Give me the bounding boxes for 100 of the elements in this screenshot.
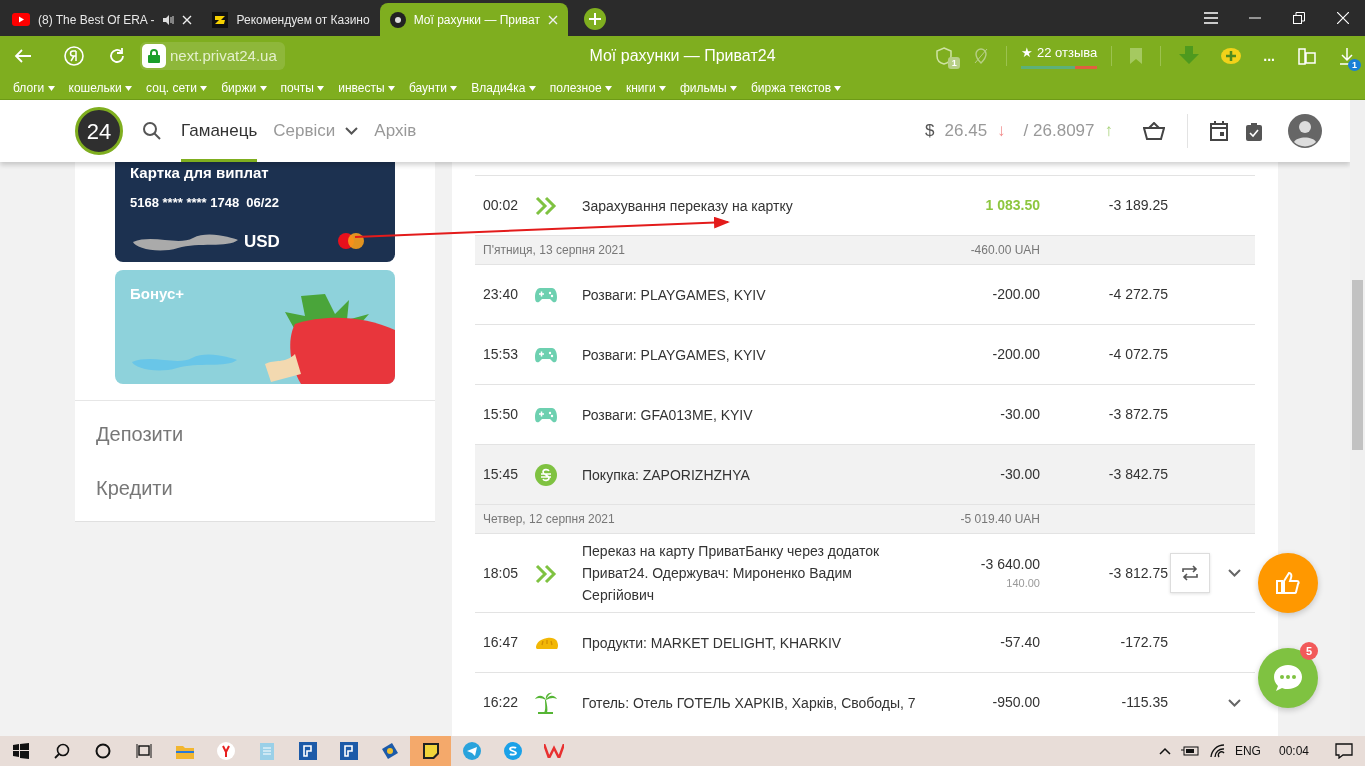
currency-sign: $ [925, 120, 935, 143]
browser-tab[interactable]: Мої рахунки — Приват [379, 3, 568, 36]
logo[interactable]: 24 [75, 107, 123, 155]
transaction-balance: -115.35 [1120, 693, 1168, 712]
dropdown-icon [200, 85, 208, 91]
bonus-card[interactable]: Бонус+ [115, 270, 395, 384]
menu-item[interactable]: Депозити [75, 407, 205, 461]
bookmark-folder[interactable]: фильмы [672, 78, 744, 97]
transaction-time: 23:40 [482, 285, 520, 304]
language-indicator[interactable]: ENG [1234, 742, 1261, 760]
browser-tab[interactable]: Рекомендуем от Казино [202, 3, 380, 36]
transaction-balance: -3 812.75 [1107, 563, 1168, 583]
transaction-row[interactable]: 23:40 Розваги: PLAYGAMES, KYIV -200.00 -4 272.75 [475, 264, 1255, 324]
bookmark-folder[interactable]: соц. сети [139, 78, 215, 97]
palm-tree-icon [535, 691, 557, 714]
transaction-balance: -3 842.75 [1107, 465, 1168, 484]
more-button[interactable]: ... [1259, 41, 1279, 71]
new-tab-button[interactable] [583, 8, 606, 30]
transaction-row[interactable]: 15:45 Покупка: ZAPORIZHZHYA -30.00 -3 842.75 [475, 444, 1255, 504]
bookmark-folder[interactable]: баунти [401, 78, 465, 97]
taskbar-app[interactable] [410, 736, 451, 766]
bookmark-folder[interactable]: биржи [214, 78, 274, 97]
repeat-button[interactable] [1170, 553, 1210, 593]
address-bar[interactable]: next.privat24.ua [140, 42, 285, 70]
folder-icon [175, 743, 194, 759]
clock[interactable]: 00:04 [1278, 742, 1309, 760]
dropdown-icon [730, 85, 737, 91]
transaction-amount: -200.00 [992, 285, 1040, 304]
lock-icon [148, 49, 160, 63]
dropdown-icon [47, 85, 55, 91]
transaction-time: 15:45 [482, 465, 520, 484]
gamepad-icon [535, 287, 557, 304]
bookmark-icon [1130, 48, 1143, 64]
close-icon [1337, 12, 1349, 24]
transaction-description: Покупка: ZAPORIZHZHYA [582, 465, 751, 485]
minimize-icon [1249, 17, 1261, 19]
transaction-balance: -4 272.75 [1107, 285, 1168, 304]
dropdown-icon [658, 85, 666, 91]
plus-icon [588, 13, 601, 25]
browser-tab[interactable]: (8) The Best Of ERA - [2, 3, 203, 36]
search-icon [143, 122, 161, 140]
site-logo-icon [389, 11, 406, 28]
transaction-row[interactable]: 18:05 Переказ на карту ПриватБанку через додаток Приват24. Одержувач: Мироненко Вадим Сергійович -3 640.00 140.00 -3 812.75 [475, 533, 1255, 612]
transaction-amount: -57.40 [1000, 633, 1040, 652]
transaction-row[interactable]: 15:53 Розваги: PLAYGAMES, KYIV -200.00 -4 072.75 [475, 324, 1255, 384]
sticky-note-icon [422, 743, 439, 759]
date-heading: П'ятниця, 13 серпня 2021 [482, 242, 626, 259]
protection-button[interactable]: 1 [932, 43, 957, 69]
down-arrow: ↓ [997, 120, 1006, 143]
notepad-icon [259, 742, 274, 760]
bookmark-folder[interactable]: кошельки [61, 78, 140, 97]
video-logo-icon [12, 13, 30, 26]
menu-icon [1204, 12, 1218, 24]
transaction-amount: -30.00 [1000, 465, 1040, 484]
transaction-balance: -4 072.75 [1107, 345, 1168, 364]
windows-logo-icon [12, 743, 29, 759]
reload-icon [108, 47, 126, 65]
transaction-row[interactable]: 16:22 Готель: Отель ГОТЕЛЬ ХАРКІВ, Харків, Свободы, 7 -950.00 -115.35 [475, 672, 1255, 732]
shield-icon [936, 47, 953, 65]
search-icon [53, 743, 70, 759]
bookmark-folder[interactable]: биржа текстов [744, 78, 849, 97]
wifi-icon [1208, 744, 1225, 758]
bookmark-folder[interactable]: инвесты [331, 78, 402, 97]
bookmark-folder[interactable]: книги [618, 78, 673, 97]
location-pin-icon [974, 48, 989, 64]
chevron-down-icon [1228, 569, 1241, 577]
transaction-time: 15:50 [482, 405, 520, 424]
transaction-description: Зарахування переказу на картку [582, 196, 794, 216]
dropdown-icon [387, 85, 395, 91]
double-chevron-icon [535, 563, 557, 584]
basket-icon [1143, 122, 1165, 140]
day-total: -460.00 UAH [969, 242, 1040, 259]
app-logo-icon [543, 744, 564, 758]
reviews-button[interactable]: ★ 22 отзыва [1021, 43, 1098, 69]
transaction-time: 16:22 [482, 693, 520, 712]
downloads-button[interactable]: 1 [1335, 43, 1359, 69]
chevron-up-icon [1158, 747, 1171, 755]
plus-circle-icon [1221, 47, 1242, 65]
bookmark-folder[interactable]: почты [273, 78, 332, 97]
sell-rate: / 26.8097 [1023, 120, 1095, 143]
bookmark-folder[interactable]: полезное [542, 78, 619, 97]
transaction-row[interactable]: 16:47 Продукти: MARKET DELIGHT, KHARKIV -57.40 -172.75 [475, 612, 1255, 672]
gamepad-icon [535, 347, 557, 364]
bookmark-folder[interactable]: Влади4ка [464, 78, 543, 97]
dropdown-icon [125, 85, 133, 91]
bookmark-folder[interactable]: блоги [6, 78, 62, 97]
transaction-time: 18:05 [482, 563, 520, 583]
transaction-description: Продукти: MARKET DELIGHT, KHARKIV [582, 633, 843, 653]
app-logo-icon [298, 742, 317, 760]
task-view-icon [135, 743, 152, 759]
card-balance: USD [244, 230, 280, 253]
nav-tab[interactable]: Архів [374, 100, 417, 163]
menu-item[interactable]: Кредити [75, 461, 194, 515]
bank-card[interactable]: Картка для виплат 5168 **** **** 1748 06/22 USD [115, 162, 395, 262]
dropdown-icon [834, 85, 842, 91]
feedback-button[interactable] [1258, 553, 1318, 613]
nav-tab[interactable]: Сервіси [273, 100, 359, 163]
notification-icon [1335, 743, 1353, 759]
thumbs-up-icon [1275, 571, 1301, 595]
transaction-balance: -172.75 [1119, 633, 1168, 652]
